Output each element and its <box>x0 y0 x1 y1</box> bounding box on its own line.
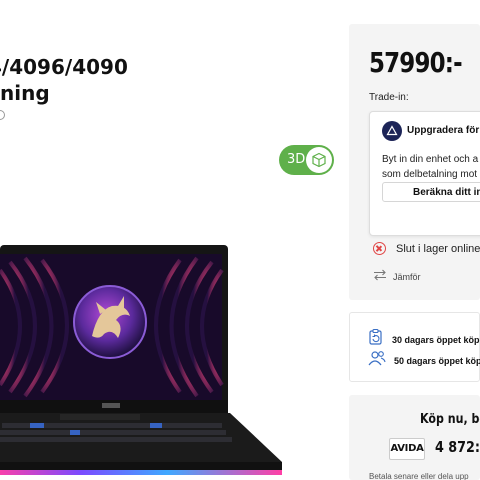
avida-logo: AVIDA <box>389 438 425 460</box>
3d-cube-icon <box>306 147 332 173</box>
tradein-label: Trade-in: <box>369 92 409 103</box>
3d-view-toggle[interactable]: 3D <box>279 145 334 175</box>
benefit-open-purchase-50: 50 dagars öppet köp <box>368 350 480 371</box>
rating-indicator <box>0 110 5 120</box>
product-title: 4/4096/4090 ning <box>0 54 150 106</box>
monthly-amount: 4 872:-/ <box>435 438 480 456</box>
tradein-title: Uppgradera för m <box>407 125 480 136</box>
tradein-description: Byt in din enhet och a som delbetalning … <box>382 152 478 182</box>
financing-title: Köp nu, bet <box>420 412 480 427</box>
product-title-line-2: ning <box>0 81 50 105</box>
tradein-text-line-2: som delbetalning mot <box>382 169 478 180</box>
compare-button[interactable]: Jämför <box>373 268 421 286</box>
out-of-stock-icon <box>373 242 386 255</box>
benefit-label-1: 30 dagars öppet köp <box>392 334 480 345</box>
tradein-text-line-1: Byt in din enhet och a <box>382 154 479 165</box>
stock-status: Slut i lager online <box>373 242 480 255</box>
3d-toggle-label: 3D <box>287 152 306 167</box>
financing-footer: Betala senare eller dela upp <box>369 472 469 480</box>
stock-status-text: Slut i lager online <box>396 242 480 255</box>
recycle-icon <box>382 121 402 141</box>
benefits-panel: 30 dagars öppet köp 50 dagars öppet köp <box>349 312 480 382</box>
clipboard-return-icon <box>368 328 384 351</box>
financing-panel: Köp nu, bet AVIDA 4 872:-/ Betala senare… <box>349 395 480 480</box>
compare-label: Jämför <box>393 272 421 282</box>
product-price: 57990:- <box>369 46 463 79</box>
tradein-card: Uppgradera för m Byt in din enhet och a … <box>369 111 480 236</box>
benefit-open-purchase-30: 30 dagars öppet köp <box>368 328 480 351</box>
users-icon <box>368 350 386 371</box>
calculate-tradein-button[interactable]: Beräkna ditt inby <box>382 182 480 202</box>
product-image-laptop[interactable] <box>0 240 290 480</box>
benefit-label-2: 50 dagars öppet köp <box>394 355 480 366</box>
product-title-line-1: 4/4096/4090 <box>0 55 128 79</box>
compare-arrows-icon <box>373 268 387 286</box>
price-panel: 57990:- Trade-in: Uppgradera för m Byt i… <box>349 24 480 300</box>
